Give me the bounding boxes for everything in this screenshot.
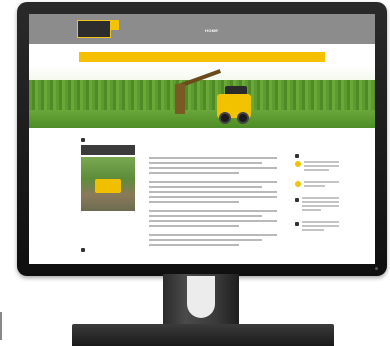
right-sidebar [295,154,339,241]
left-widget-title [81,138,137,142]
location-icon [295,161,301,167]
power-led-icon [375,267,378,270]
text-line [149,181,277,183]
machine-cutter-head [175,84,185,114]
machine-wheel-front [219,112,231,124]
main-column [149,154,277,246]
info-icon [295,222,299,226]
site-header: HOME [29,14,375,44]
text-line [149,244,239,246]
text-line [149,239,262,241]
hero-ground [29,110,375,128]
left-widget-2-title [81,248,88,252]
site-logo[interactable] [77,20,111,38]
left-widget-photo[interactable] [81,157,135,211]
right-widget-item[interactable] [295,221,339,233]
text-line [149,220,277,222]
text-line [149,167,277,169]
text-line [149,157,277,159]
monitor: HOME [17,2,387,276]
text-line [149,196,277,198]
text-line [149,186,262,188]
machine-wheel-rear [237,112,249,124]
right-widget-item[interactable] [295,181,339,189]
text-line [149,215,262,217]
background-edge-mark [0,312,8,340]
monitor-screen: HOME [29,14,375,264]
monitor-stand-cable-slot [187,276,215,318]
right-widget-item[interactable] [295,161,339,173]
photo-machine [95,179,121,193]
monitor-stand-base [72,324,334,346]
hero-hedge-image [29,80,375,112]
text-line [149,210,277,212]
left-widget-header-image [81,145,135,155]
text-line [149,234,277,236]
nav-item-home[interactable]: HOME [205,28,218,33]
logo-accent [111,20,119,30]
left-widget-2 [81,248,88,255]
text-line [149,191,277,193]
text-line [149,162,262,164]
main-nav: HOME [205,28,236,33]
right-widget-title [295,154,339,158]
hero-banner [79,52,325,62]
widget-bullet-icon [295,154,299,158]
phone-icon [295,181,301,187]
widget-bullet-icon [81,248,85,252]
info-icon [295,198,299,202]
left-sidebar [81,138,137,211]
widget-bullet-icon [81,138,85,142]
right-widget-item[interactable] [295,197,339,213]
